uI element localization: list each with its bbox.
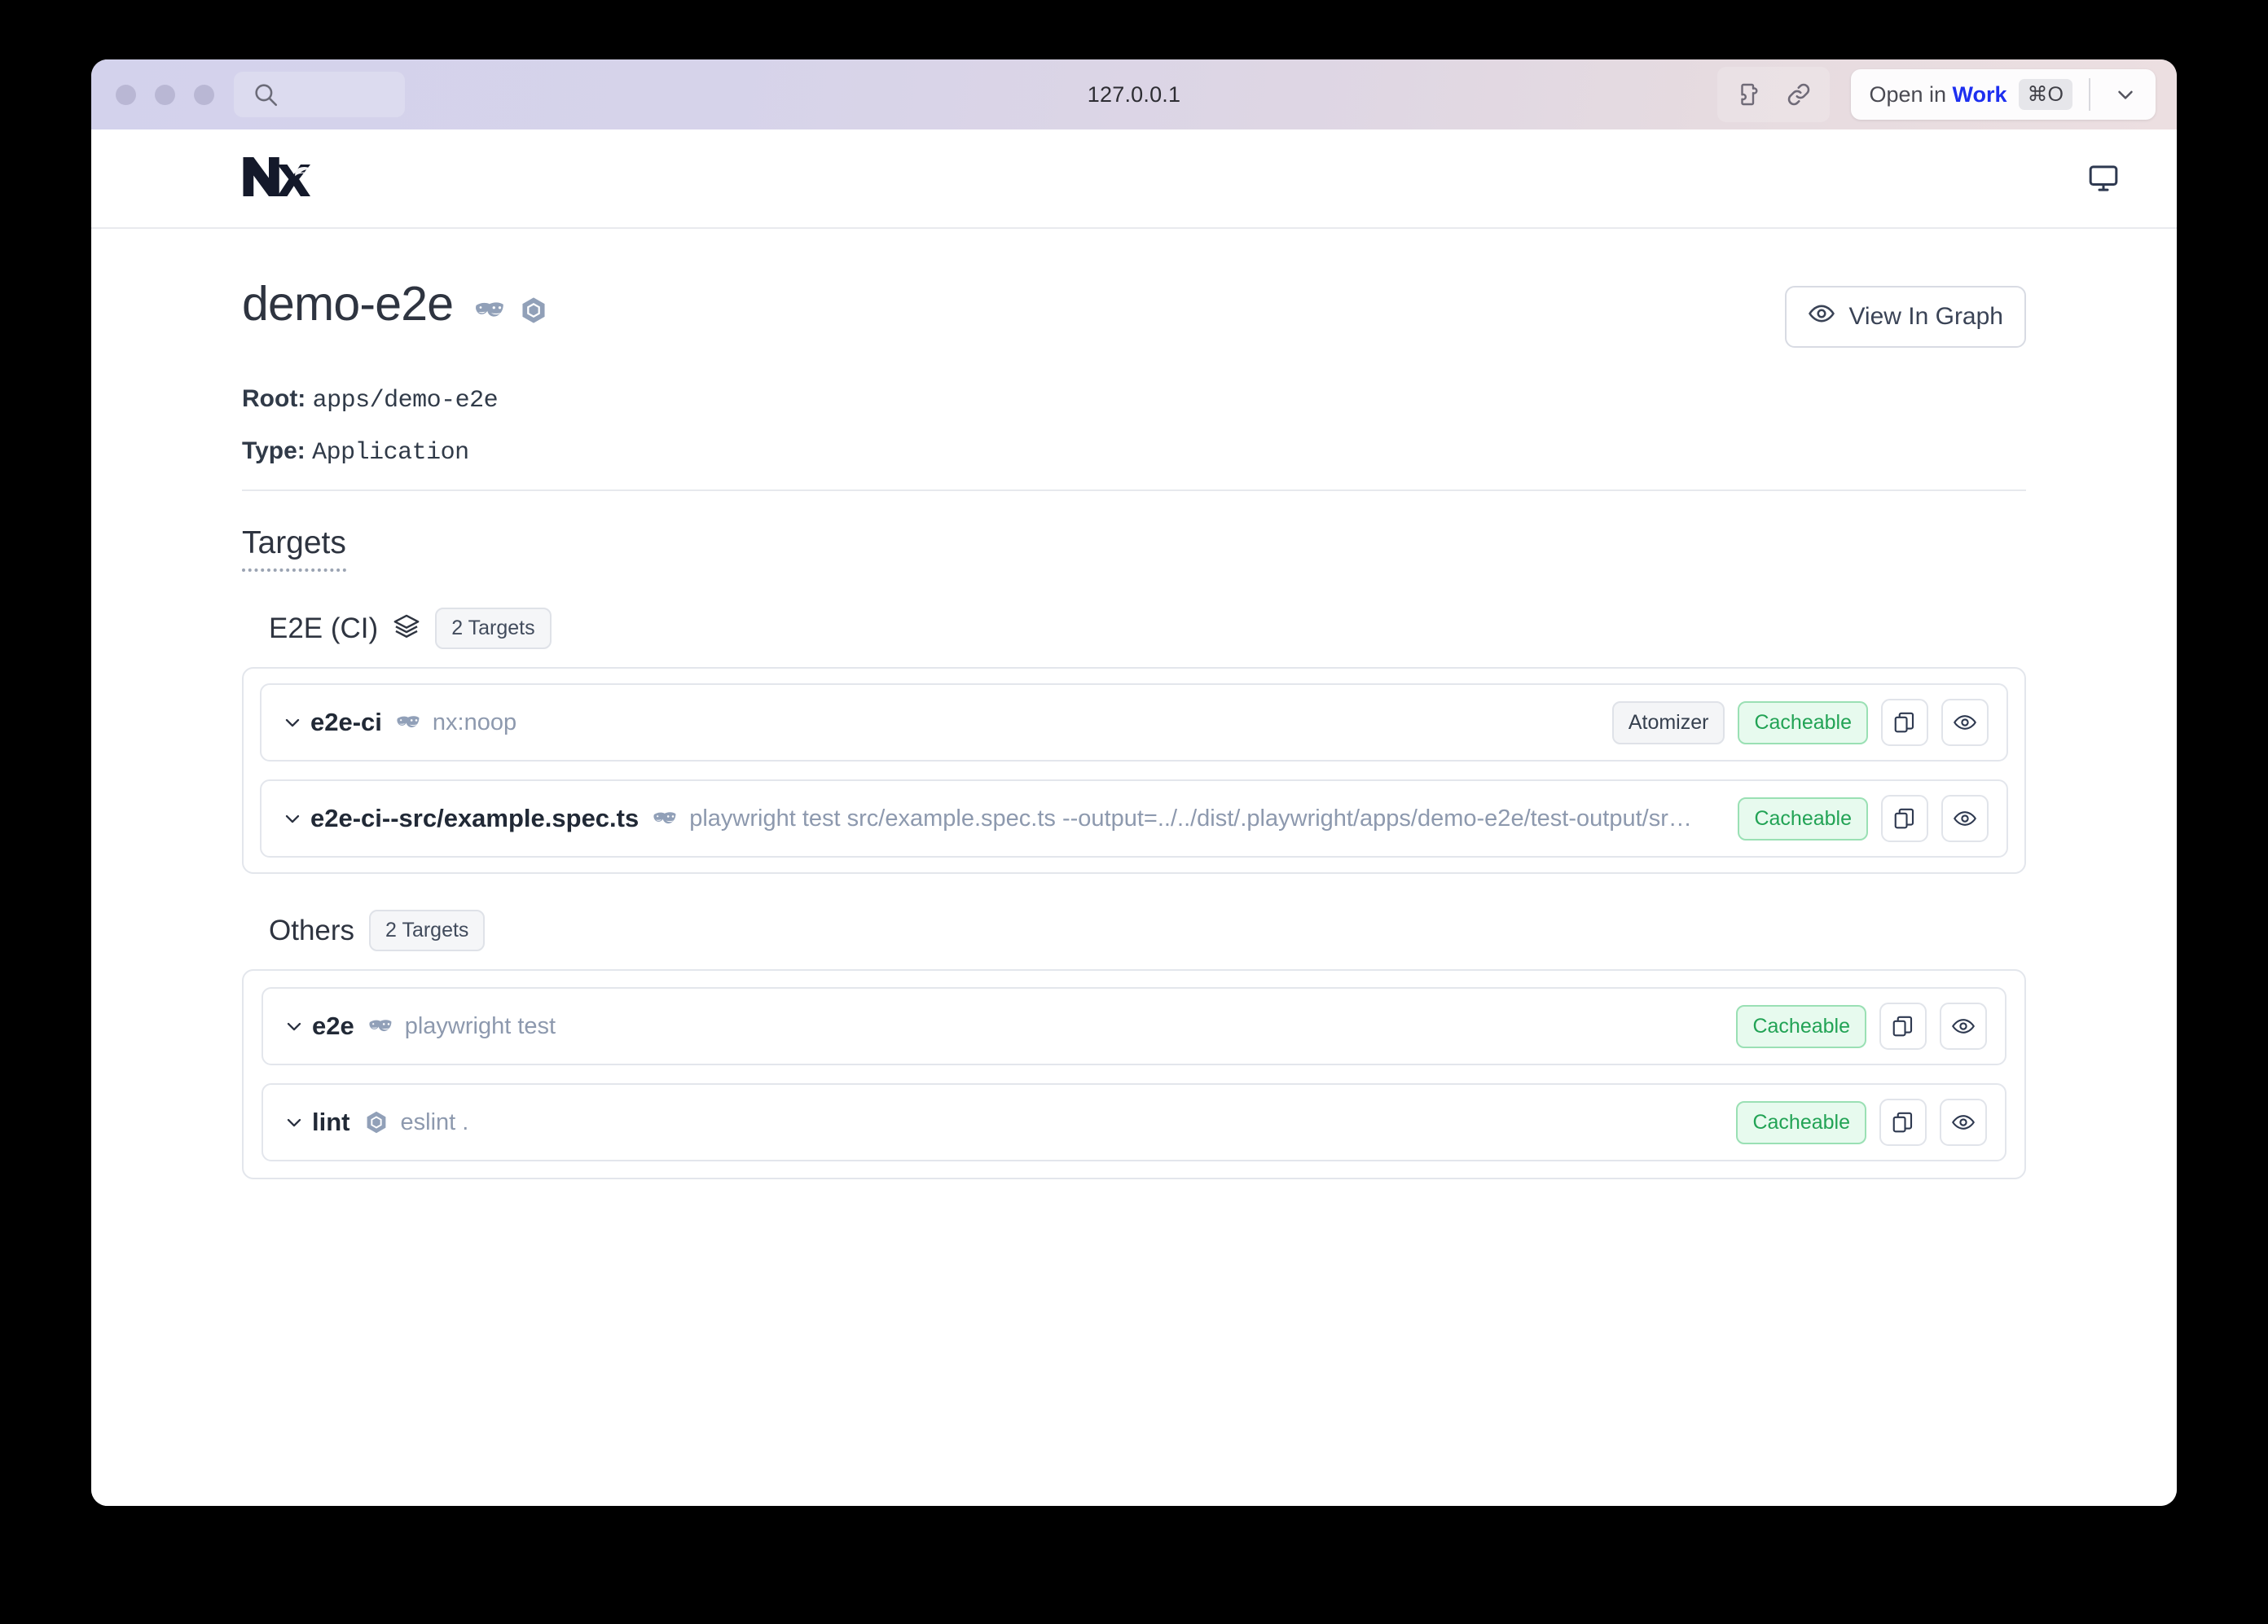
target-group-others: Others 2 Targets e2e playwright test Cac… xyxy=(242,910,2026,1179)
eslint-hexagon-icon xyxy=(363,1109,389,1135)
chevron-down-icon[interactable] xyxy=(275,807,310,830)
project-metadata: Root: apps/demo-e2e Type: Application xyxy=(242,385,2026,467)
target-group-e2e-ci: E2E (CI) 2 Targets e2e-ci nx:noop Atomiz… xyxy=(242,608,2026,874)
link-icon[interactable] xyxy=(1778,73,1820,116)
nx-logo[interactable] xyxy=(242,156,315,202)
target-row[interactable]: e2e-ci--src/example.spec.ts playwright t… xyxy=(260,779,2008,858)
target-group-count-badge: 2 Targets xyxy=(369,910,486,951)
page-content: demo-e2e View In Graph Root: apps/demo-e… xyxy=(91,229,2177,1179)
target-row[interactable]: lint eslint . Cacheable xyxy=(262,1083,2006,1161)
project-technology-icons xyxy=(473,294,549,331)
playwright-masks-icon xyxy=(473,294,506,331)
target-name: e2e xyxy=(312,1012,354,1040)
titlebar-right-controls: Open in Work ⌘O xyxy=(1717,67,2156,122)
target-row-actions: Cacheable xyxy=(1726,795,1989,842)
playwright-masks-icon xyxy=(652,805,678,832)
status-badge-cacheable: Cacheable xyxy=(1736,1004,1866,1048)
search-button[interactable] xyxy=(234,72,405,117)
target-group-card: e2e playwright test Cacheable lint eslin… xyxy=(242,969,2026,1179)
chevron-down-icon[interactable] xyxy=(276,1015,312,1038)
close-window-button[interactable] xyxy=(116,84,136,105)
page-title: demo-e2e xyxy=(242,277,454,331)
target-group-title: E2E (CI) xyxy=(269,612,379,644)
copy-icon[interactable] xyxy=(1881,795,1928,842)
playwright-masks-icon xyxy=(367,1013,393,1039)
target-command: playwright test xyxy=(404,1012,556,1039)
target-row-actions: Cacheable xyxy=(1725,1003,1987,1050)
puzzle-piece-icon[interactable] xyxy=(1727,73,1769,116)
copy-icon[interactable] xyxy=(1879,1099,1927,1146)
copy-icon[interactable] xyxy=(1881,699,1928,746)
targets-heading: Targets xyxy=(242,525,346,572)
divider xyxy=(2089,78,2090,111)
playwright-masks-icon xyxy=(395,709,421,735)
target-group-header[interactable]: Others 2 Targets xyxy=(242,910,2026,951)
chevron-down-icon[interactable] xyxy=(2107,76,2144,113)
project-root-line: Root: apps/demo-e2e xyxy=(242,385,2026,415)
eye-icon[interactable] xyxy=(1941,699,1989,746)
status-badge-cacheable: Cacheable xyxy=(1738,700,1868,744)
target-command: eslint . xyxy=(400,1108,469,1135)
target-row[interactable]: e2e-ci nx:noop Atomizer Cacheable xyxy=(260,683,2008,762)
project-root-label: Root: xyxy=(242,385,306,412)
status-badge-cacheable: Cacheable xyxy=(1738,797,1868,841)
view-in-graph-button[interactable]: View In Graph xyxy=(1785,286,2026,348)
target-row-actions: Atomizer Cacheable xyxy=(1601,699,1989,746)
project-root-value: apps/demo-e2e xyxy=(312,387,499,415)
target-name: lint xyxy=(312,1108,350,1136)
target-group-count-badge: 2 Targets xyxy=(435,608,552,649)
open-in-work-button[interactable]: Open in Work ⌘O xyxy=(1851,69,2156,120)
target-name: e2e-ci xyxy=(310,708,382,736)
section-divider xyxy=(242,489,2026,491)
project-type-label: Type: xyxy=(242,437,305,464)
chevron-down-icon[interactable] xyxy=(276,1111,312,1134)
open-in-app-name: Work xyxy=(1952,81,2007,107)
eye-icon[interactable] xyxy=(1941,795,1989,842)
chevron-down-icon[interactable] xyxy=(275,711,310,734)
maximize-window-button[interactable] xyxy=(194,84,214,105)
nx-project-details-app: demo-e2e View In Graph Root: apps/demo-e… xyxy=(91,129,2177,1506)
target-group-header[interactable]: E2E (CI) 2 Targets xyxy=(242,608,2026,649)
target-command: nx:noop xyxy=(432,709,517,735)
target-row[interactable]: e2e playwright test Cacheable xyxy=(262,987,2006,1065)
eye-icon[interactable] xyxy=(1940,1003,1987,1050)
eye-icon[interactable] xyxy=(1940,1099,1987,1146)
monitor-icon[interactable] xyxy=(2081,156,2126,201)
status-badge-cacheable: Cacheable xyxy=(1736,1100,1866,1144)
status-badge-atomizer: Atomizer xyxy=(1611,700,1725,744)
project-title-row: demo-e2e View In Graph xyxy=(242,279,2026,348)
open-in-shortcut-kbd: ⌘O xyxy=(2018,79,2072,110)
target-name: e2e-ci--src/example.spec.ts xyxy=(310,804,640,832)
view-in-graph-label: View In Graph xyxy=(1848,303,2003,330)
target-group-title: Others xyxy=(269,914,355,946)
target-command: playwright test src/example.spec.ts --ou… xyxy=(689,805,1692,832)
layers-icon xyxy=(393,612,420,644)
browser-window: 127.0.0.1 Open in Work ⌘O demo-e2e View … xyxy=(91,59,2177,1506)
open-in-label: Open in Work xyxy=(1869,82,2006,108)
target-row-actions: Cacheable xyxy=(1725,1099,1987,1146)
copy-icon[interactable] xyxy=(1879,1003,1927,1050)
app-header-actions xyxy=(2081,156,2126,201)
app-header xyxy=(91,129,2177,229)
browser-titlebar: 127.0.0.1 Open in Work ⌘O xyxy=(91,59,2177,129)
target-group-card: e2e-ci nx:noop Atomizer Cacheable e2e-ci… xyxy=(242,667,2026,874)
search-icon xyxy=(252,81,279,108)
window-traffic-lights[interactable] xyxy=(116,84,214,105)
titlebar-icon-group xyxy=(1717,67,1831,122)
eye-icon xyxy=(1808,300,1835,334)
minimize-window-button[interactable] xyxy=(155,84,175,105)
eslint-hexagon-icon xyxy=(518,295,549,330)
open-in-prefix: Open in xyxy=(1869,81,1953,107)
project-type-line: Type: Application xyxy=(242,437,2026,467)
project-type-value: Application xyxy=(312,439,469,467)
